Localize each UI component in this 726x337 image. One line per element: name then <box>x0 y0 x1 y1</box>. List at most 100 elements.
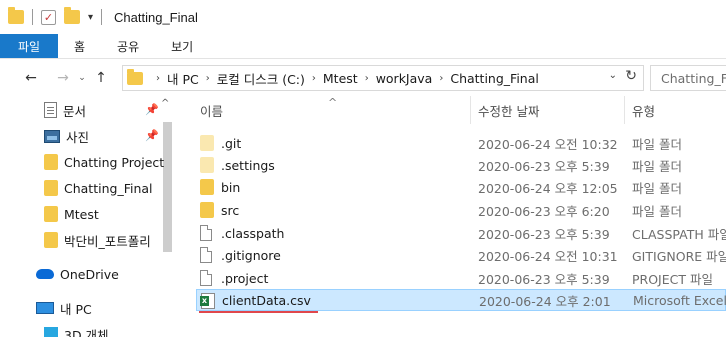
new-folder-icon[interactable] <box>64 7 80 24</box>
file-name: .classpath <box>221 225 285 241</box>
file-row[interactable]: bin 2020-06-24 오후 12:05 파일 폴더 <box>196 176 726 198</box>
navigation-pane: ^ 문서 📌 사진 📌 Chatting Project Chatting_Fi… <box>0 96 176 337</box>
folder-icon <box>200 202 214 218</box>
column-header-date[interactable]: 수정한 날짜 <box>478 96 618 124</box>
breadcrumb-chevron-icon[interactable]: › <box>365 73 369 84</box>
file-row[interactable]: .git 2020-06-24 오전 10:32 파일 폴더 <box>196 132 726 154</box>
file-type: 파일 폴더 <box>632 203 682 219</box>
file-name: .settings <box>221 157 275 173</box>
file-name: .git <box>221 135 242 151</box>
file-type: Microsoft Excel <box>633 292 726 308</box>
breadcrumb-chevron-icon[interactable]: › <box>312 73 316 84</box>
onedrive-cloud-icon <box>36 269 54 279</box>
nav-item-label: Chatting_Final <box>64 180 153 196</box>
breadcrumb-chatting-final[interactable]: Chatting_Final <box>450 71 539 86</box>
nav-item-3d-objects[interactable]: 3D 개체 <box>0 322 160 337</box>
file-row[interactable]: .gitignore 2020-06-24 오전 10:31 GITIGNORE… <box>196 244 726 266</box>
nav-item-portfolio[interactable]: 박단비_포트폴리 <box>0 228 160 252</box>
nav-item-label: Mtest <box>64 206 99 222</box>
3d-objects-icon <box>44 327 58 337</box>
nav-scrollbar-thumb[interactable] <box>163 122 172 252</box>
file-type: CLASSPATH 파일 <box>632 226 726 242</box>
column-header-label: 수정한 날짜 <box>478 103 540 119</box>
nav-item-label: OneDrive <box>60 266 119 282</box>
file-row-selected[interactable]: clientData.csv 2020-06-24 오후 2:01 Micros… <box>196 289 726 311</box>
file-row[interactable]: .settings 2020-06-23 오후 5:39 파일 폴더 <box>196 154 726 176</box>
pin-icon[interactable]: 📌 <box>145 129 159 142</box>
file-type: 파일 폴더 <box>632 136 682 152</box>
tab-home[interactable]: 홈 <box>58 34 101 58</box>
nav-item-chatting-project[interactable]: Chatting Project <box>0 150 164 174</box>
file-date: 2020-06-24 오후 2:01 <box>479 293 611 309</box>
this-pc-icon <box>36 302 54 314</box>
pin-icon[interactable]: 📌 <box>145 103 159 116</box>
nav-item-this-pc[interactable]: 내 PC <box>0 296 160 320</box>
column-header-name[interactable]: 이름 <box>200 96 468 124</box>
file-date: 2020-06-23 오후 6:20 <box>478 203 610 219</box>
up-arrow-icon[interactable]: ↑ <box>90 70 112 86</box>
nav-item-mtest[interactable]: Mtest <box>0 202 160 226</box>
breadcrumb-this-pc[interactable]: 내 PC <box>167 69 199 88</box>
column-header-type[interactable]: 유형 <box>632 96 726 124</box>
file-date: 2020-06-24 오후 12:05 <box>478 180 618 196</box>
breadcrumb-local-disk[interactable]: 로컬 디스크 (C:) <box>217 69 305 88</box>
tab-share[interactable]: 공유 <box>101 34 155 58</box>
tab-view[interactable]: 보기 <box>155 34 209 58</box>
nav-item-label: 박단비_포트폴리 <box>64 233 151 249</box>
file-date: 2020-06-23 오후 5:39 <box>478 271 610 287</box>
breadcrumb-chevron-icon[interactable]: › <box>206 73 210 84</box>
file-row[interactable]: .classpath 2020-06-23 오후 5:39 CLASSPATH … <box>196 222 726 244</box>
file-name: .project <box>221 270 269 286</box>
file-date: 2020-06-23 오후 5:39 <box>478 158 610 174</box>
column-divider[interactable] <box>470 96 471 124</box>
address-bar[interactable]: › 내 PC › 로컬 디스크 (C:) › Mtest › workJava … <box>122 65 644 91</box>
file-name: bin <box>221 179 241 195</box>
refresh-icon[interactable]: ↻ <box>625 68 637 84</box>
breadcrumb-mtest[interactable]: Mtest <box>323 71 358 86</box>
title-separator <box>101 9 103 25</box>
search-input[interactable]: Chatting_Fi <box>650 65 726 91</box>
document-icon <box>44 102 57 118</box>
folder-icon <box>44 232 58 248</box>
nav-item-pictures[interactable]: 사진 <box>0 124 160 148</box>
quick-access-dropdown-icon[interactable]: ▾ <box>88 12 93 23</box>
file-icon <box>200 270 212 286</box>
folder-icon <box>8 7 24 24</box>
breadcrumb-workjava[interactable]: workJava <box>376 71 433 86</box>
hidden-folder-icon <box>200 135 214 151</box>
forward-arrow-icon[interactable]: → <box>52 70 74 86</box>
file-row[interactable]: .project 2020-06-23 오후 5:39 PROJECT 파일 <box>196 267 726 289</box>
nav-item-label: 3D 개체 <box>64 327 109 337</box>
nav-item-label: 문서 <box>63 103 87 119</box>
folder-icon <box>44 180 58 196</box>
picture-icon <box>44 129 60 143</box>
hidden-folder-icon <box>200 157 214 173</box>
file-type: PROJECT 파일 <box>632 271 713 287</box>
column-divider[interactable] <box>624 96 625 124</box>
window-title: Chatting_Final <box>114 9 198 25</box>
file-row[interactable]: src 2020-06-23 오후 6:20 파일 폴더 <box>196 199 726 221</box>
ribbon-divider <box>0 58 726 59</box>
breadcrumb-chevron-icon[interactable]: › <box>439 73 443 84</box>
file-date: 2020-06-23 오후 5:39 <box>478 226 610 242</box>
nav-item-documents[interactable]: 문서 <box>0 98 160 122</box>
address-row: ← → ⌄ ↑ › 내 PC › 로컬 디스크 (C:) › Mtest › w… <box>0 62 726 94</box>
folder-icon <box>200 179 214 195</box>
excel-csv-icon <box>200 293 215 309</box>
scroll-up-icon[interactable]: ^ <box>161 98 169 109</box>
file-date: 2020-06-24 오전 10:32 <box>478 136 618 152</box>
address-dropdown-icon[interactable]: ⌄ <box>609 70 617 81</box>
file-name: src <box>221 202 240 218</box>
recent-locations-chevron-icon[interactable]: ⌄ <box>74 73 90 83</box>
nav-item-label: 사진 <box>66 129 90 145</box>
column-header-label: 이름 <box>200 103 224 119</box>
nav-item-onedrive[interactable]: OneDrive <box>0 262 160 286</box>
breadcrumb-chevron-icon[interactable]: › <box>156 73 160 84</box>
file-type: 파일 폴더 <box>632 158 682 174</box>
column-header-label: 유형 <box>632 103 656 119</box>
nav-item-chatting-final[interactable]: Chatting_Final <box>0 176 160 200</box>
properties-check-icon[interactable]: ✓ <box>41 9 56 25</box>
back-arrow-icon[interactable]: ← <box>20 70 42 86</box>
annotation-underline <box>199 311 318 313</box>
tab-file[interactable]: 파일 <box>0 34 58 58</box>
